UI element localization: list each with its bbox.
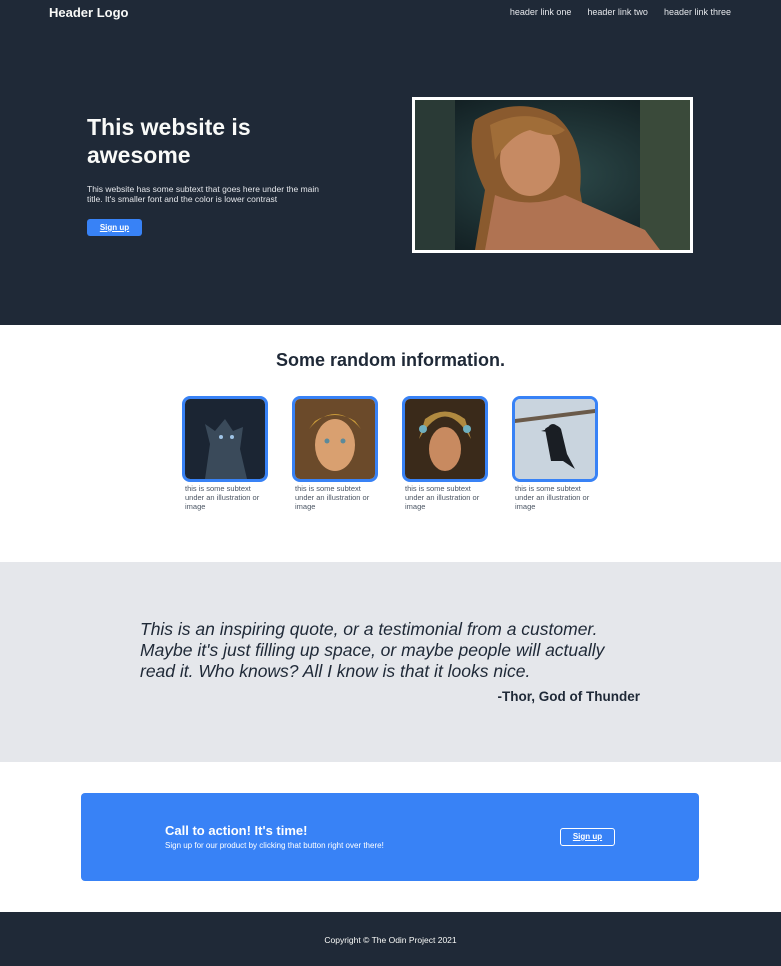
hero-signup-button[interactable]: Sign up (87, 219, 142, 236)
cta-subtitle: Sign up for our product by clicking that… (165, 841, 384, 850)
copyright-text: Copyright © The Odin Project 2021 (324, 935, 457, 945)
quote-text: This is an inspiring quote, or a testimo… (140, 619, 605, 681)
nav-links: header link one header link two header l… (510, 7, 731, 17)
quote-author: -Thor, God of Thunder (497, 689, 640, 704)
cta-box: Call to action! It's time! Sign up for o… (81, 793, 699, 881)
nav-link-two[interactable]: header link two (587, 7, 648, 17)
info-card: this is some subtext under an illustrati… (292, 396, 378, 511)
cta-section: Call to action! It's time! Sign up for o… (0, 762, 781, 912)
header-logo[interactable]: Header Logo (49, 5, 128, 20)
footer: Copyright © The Odin Project 2021 (0, 912, 781, 966)
hero-image (412, 97, 693, 253)
card-text: this is some subtext under an illustrati… (405, 484, 480, 511)
wolf-image (182, 396, 268, 482)
info-title: Some random information. (275, 350, 506, 370)
cta-title: Call to action! It's time! (165, 823, 308, 838)
info-card: this is some subtext under an illustrati… (402, 396, 488, 511)
card-list: this is some subtext under an illustrati… (182, 396, 598, 511)
hero-section: Header Logo header link one header link … (0, 0, 781, 325)
info-card: this is some subtext under an illustrati… (512, 396, 598, 511)
warrior-woman-image (292, 396, 378, 482)
info-card: this is some subtext under an illustrati… (182, 396, 268, 511)
warrior-portrait-image (415, 100, 690, 250)
quote-section: This is an inspiring quote, or a testimo… (0, 562, 781, 762)
card-text: this is some subtext under an illustrati… (515, 484, 590, 511)
hero-subtitle: This website has some subtext that goes … (87, 184, 319, 204)
card-text: this is some subtext under an illustrati… (295, 484, 370, 511)
nav-link-three[interactable]: header link three (664, 7, 731, 17)
card-text: this is some subtext under an illustrati… (185, 484, 260, 511)
hero-title: This website is awesome (87, 114, 251, 168)
raven-image (512, 396, 598, 482)
info-section: Some random information. this is some su… (0, 325, 781, 562)
nav-link-one[interactable]: header link one (510, 7, 572, 17)
armored-warrior-image (402, 396, 488, 482)
top-nav: Header Logo header link one header link … (0, 0, 781, 26)
cta-signup-button[interactable]: Sign up (560, 828, 615, 846)
hero-text: This website is awesome This website has… (87, 113, 327, 236)
